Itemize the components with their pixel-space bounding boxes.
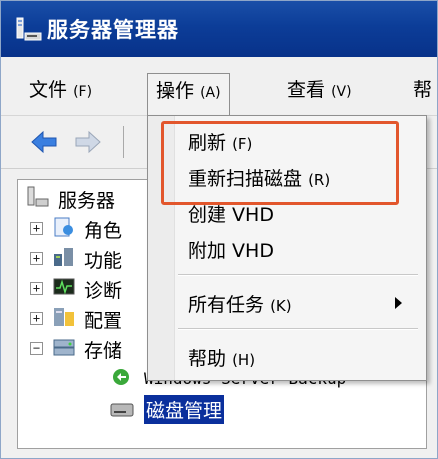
back-arrow-icon[interactable] xyxy=(29,128,59,156)
tree-label-roles: 角色 xyxy=(84,220,123,242)
menu-separator xyxy=(178,274,418,276)
tree-label-configuration: 配置 xyxy=(84,310,123,332)
menu-item-attach-vhd[interactable]: 附加 VHD xyxy=(188,236,274,263)
menu-bar: 文件 (F) 操作 (A) 查看 (V) 帮 xyxy=(1,65,437,116)
menu-item-help[interactable]: 帮助 (H) xyxy=(188,344,255,371)
menu-item-attach-vhd-label: 附加 VHD xyxy=(188,240,274,262)
menu-item-all-tasks-accelerator: (K) xyxy=(270,297,292,315)
roles-icon xyxy=(54,217,73,237)
tree-label-disk-management: 磁盘管理 xyxy=(144,395,225,424)
expand-icon[interactable]: + xyxy=(30,312,43,325)
menu-view[interactable]: 查看 (V) xyxy=(279,73,360,107)
server-manager-window: 服务器管理器 文件 (F) 操作 (A) 查看 (V) 帮 服务器 + 角色 +… xyxy=(0,0,438,459)
menu-file[interactable]: 文件 (F) xyxy=(21,73,100,107)
disk-management-icon xyxy=(110,403,134,417)
tree-label-features: 功能 xyxy=(84,250,123,272)
menu-item-help-label: 帮助 xyxy=(188,348,227,370)
menu-action-accelerator: (A) xyxy=(200,85,221,101)
menu-view-label: 查看 xyxy=(287,79,326,101)
menu-item-help-accelerator: (H) xyxy=(232,351,256,369)
configuration-icon xyxy=(54,308,74,326)
menu-help-label: 帮 xyxy=(413,79,433,101)
menu-action-label: 操作 xyxy=(156,80,195,102)
tree-label-root: 服务器 xyxy=(58,190,116,212)
features-icon xyxy=(54,248,73,266)
toolbar-separator xyxy=(123,126,124,158)
highlight-annotation-box xyxy=(161,121,399,205)
collapse-icon[interactable]: − xyxy=(30,342,43,355)
server-manager-icon xyxy=(16,17,42,41)
menu-view-accelerator: (V) xyxy=(331,84,352,100)
menu-item-all-tasks-label: 所有任务 xyxy=(188,294,265,316)
menu-file-accelerator: (F) xyxy=(73,84,93,100)
tree-node-disk-management[interactable]: 磁盘管理 xyxy=(18,394,418,424)
tree-label-storage: 存储 xyxy=(84,340,123,362)
diagnostics-icon xyxy=(53,278,75,295)
forward-arrow-icon[interactable] xyxy=(73,128,103,156)
backup-icon xyxy=(113,369,129,385)
menu-action[interactable]: 操作 (A) xyxy=(147,73,230,115)
expand-icon[interactable]: + xyxy=(30,252,43,265)
menu-item-create-vhd-label: 创建 VHD xyxy=(188,204,274,226)
storage-icon xyxy=(53,339,75,356)
submenu-arrow-icon xyxy=(395,297,402,309)
title-bar[interactable]: 服务器管理器 xyxy=(1,1,437,57)
menu-item-all-tasks[interactable]: 所有任务 (K) xyxy=(188,290,416,317)
tree-label-diagnostics: 诊断 xyxy=(84,280,123,302)
menu-help[interactable]: 帮 xyxy=(405,73,438,107)
server-manager-icon xyxy=(27,186,49,207)
expand-icon[interactable]: + xyxy=(30,222,43,235)
menu-separator xyxy=(178,328,418,330)
expand-icon[interactable]: + xyxy=(30,282,43,295)
menu-file-label: 文件 xyxy=(29,79,68,101)
window-title: 服务器管理器 xyxy=(47,18,179,42)
